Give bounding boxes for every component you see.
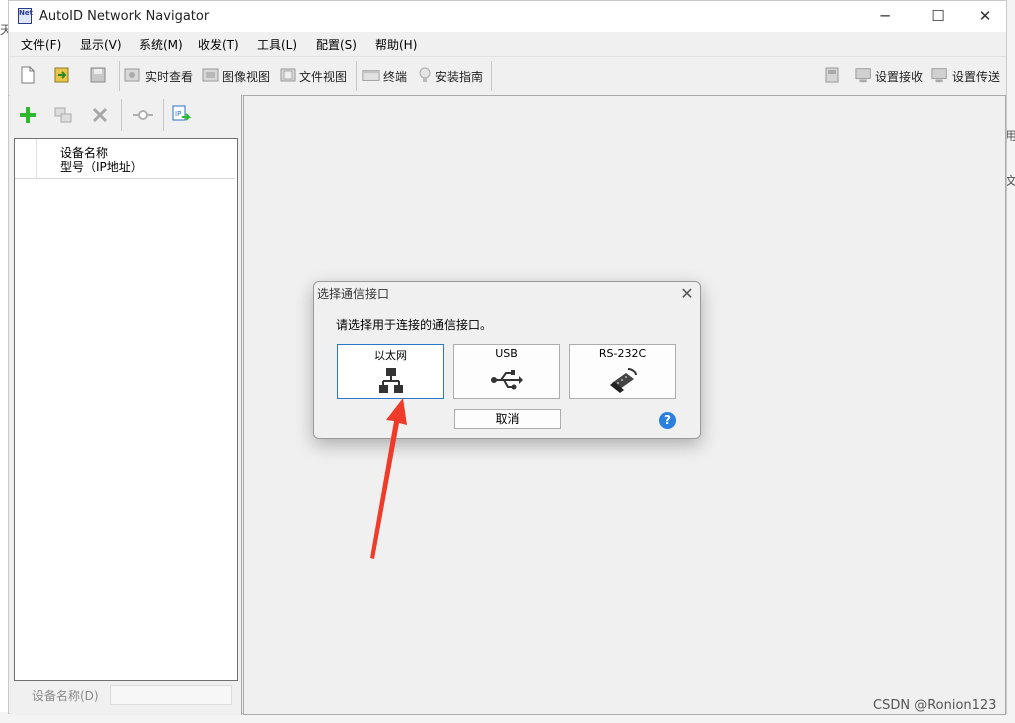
usb-icon — [491, 370, 523, 390]
title-bar: Net AutoID Network Navigator ─ ☐ ✕ — [9, 1, 1006, 32]
toolbar-separator — [121, 99, 122, 131]
terminal-button[interactable]: 终端 — [383, 68, 407, 85]
maximize-button[interactable]: ☐ — [915, 1, 961, 32]
watermark: CSDN @Ronion123 — [873, 698, 997, 713]
device-icon[interactable] — [824, 66, 842, 84]
terminal-icon — [362, 70, 380, 81]
background-right: 用 文 — [1005, 0, 1015, 723]
save-icon[interactable] — [89, 66, 107, 84]
device-list[interactable]: 设备名称 型号（IP地址） — [14, 138, 238, 681]
device-toolbar: IP — [10, 95, 241, 137]
new-file-icon[interactable] — [19, 66, 37, 84]
annotation-arrow-icon — [370, 398, 407, 559]
device-list-header: 设备名称 型号（IP地址） — [15, 139, 235, 179]
menu-transfer[interactable]: 收发(T) — [198, 36, 239, 53]
ethernet-option-label: 以太网 — [374, 349, 407, 362]
menu-system[interactable]: 系统(M) — [139, 36, 183, 53]
toolbar-separator — [163, 99, 164, 131]
menu-config[interactable]: 配置(S) — [316, 36, 357, 53]
image-view-button[interactable]: 图像视图 — [222, 68, 270, 85]
minimize-button[interactable]: ─ — [862, 1, 908, 32]
device-name-input[interactable] — [110, 685, 232, 705]
svg-text:IP: IP — [175, 110, 181, 118]
usb-option-button[interactable]: USB — [453, 344, 560, 399]
network-icon — [379, 368, 403, 393]
ip-setting-icon[interactable]: IP — [172, 105, 194, 125]
toolbar: 实时查看 图像视图 文件视图 终端 安装指南 设置接收 设置传送 — [9, 56, 1006, 96]
menu-help[interactable]: 帮助(H) — [375, 36, 417, 53]
dialog-prompt: 请选择用于连接的通信接口。 — [336, 318, 493, 332]
window-title: AutoID Network Navigator — [39, 9, 210, 24]
help-icon[interactable]: ? — [659, 412, 676, 429]
cancel-button[interactable]: 取消 — [454, 409, 561, 429]
dialog-close-button[interactable]: ✕ — [676, 282, 698, 306]
realtime-view-button[interactable]: 实时查看 — [145, 68, 193, 85]
app-icon: Net — [18, 8, 33, 24]
lightbulb-icon — [419, 67, 431, 82]
close-button[interactable]: ✕ — [962, 1, 1008, 32]
file-view-icon — [280, 68, 296, 82]
ethernet-option-button[interactable]: 以太网 — [337, 344, 444, 399]
add-device-icon[interactable] — [18, 105, 38, 125]
receive-settings-icon — [855, 68, 871, 83]
menu-tools[interactable]: 工具(L) — [257, 36, 297, 53]
realtime-view-icon — [124, 68, 140, 82]
rs232c-option-label: RS-232C — [598, 347, 647, 360]
file-view-button[interactable]: 文件视图 — [299, 68, 347, 85]
toolbar-separator — [119, 61, 120, 91]
menu-file[interactable]: 文件(F) — [21, 36, 61, 53]
toolbar-separator — [356, 61, 357, 91]
copy-device-icon[interactable] — [53, 105, 73, 125]
usb-option-label: USB — [495, 347, 518, 360]
serial-port-icon — [610, 368, 637, 393]
column-divider — [36, 139, 37, 178]
set-transfer-button[interactable]: 设置传送 — [952, 68, 1000, 85]
background-left: 天 — [0, 0, 12, 723]
menu-view[interactable]: 显示(V) — [80, 36, 122, 53]
transfer-settings-icon — [931, 68, 947, 83]
device-panel: IP 设备名称 型号（IP地址） 设备名称(D) — [10, 95, 242, 715]
install-guide-button[interactable]: 安装指南 — [435, 68, 483, 85]
dialog-title: 选择通信接口 — [317, 287, 390, 301]
device-name-label: 设备名称(D) — [32, 689, 99, 703]
set-receive-button[interactable]: 设置接收 — [875, 68, 923, 85]
model-ip-column[interactable]: 型号（IP地址） — [60, 158, 143, 175]
connect-icon[interactable] — [132, 105, 154, 125]
open-file-icon[interactable] — [53, 66, 71, 84]
image-view-icon — [202, 68, 219, 82]
rs232c-option-button[interactable]: RS-232C — [569, 344, 676, 399]
toolbar-separator — [491, 61, 492, 91]
delete-device-icon[interactable] — [90, 105, 110, 125]
